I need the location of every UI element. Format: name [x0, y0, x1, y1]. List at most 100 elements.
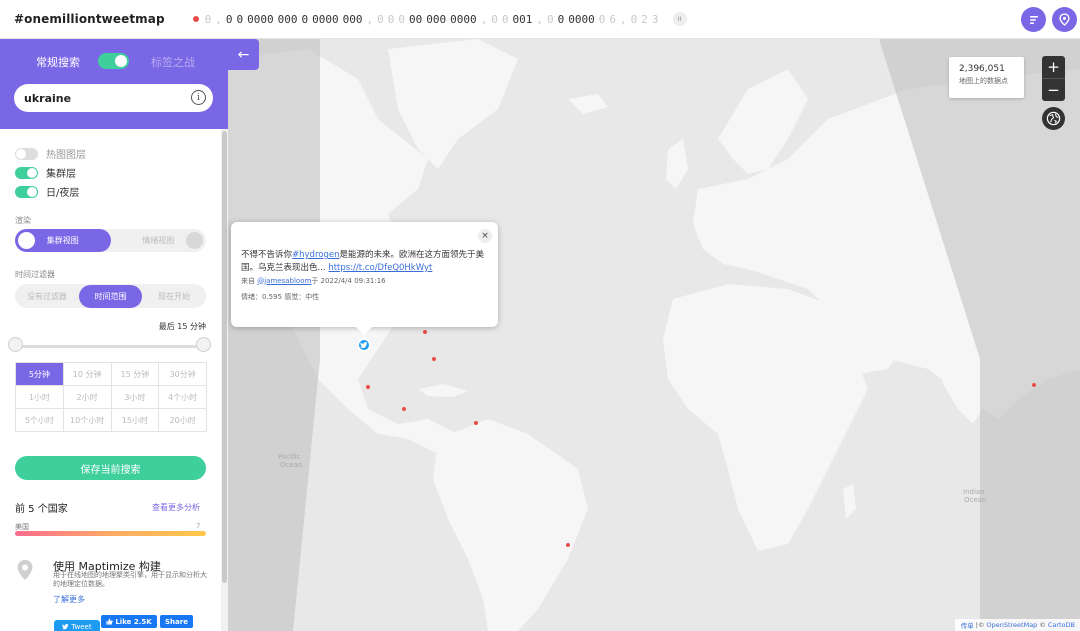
counter-digit: 0	[501, 12, 509, 26]
carto-link[interactable]: CartoDB	[1048, 621, 1075, 629]
cluster-dot[interactable]	[1032, 383, 1036, 387]
layer-label: 日/夜层	[46, 188, 80, 199]
like-button-label: Like 2.5K	[115, 617, 152, 626]
svg-text:Pacific: Pacific	[278, 453, 300, 461]
cluster-dot[interactable]	[432, 357, 436, 361]
time-preset-cell[interactable]: 15 分钟	[111, 363, 160, 386]
arrow-left-icon: ←	[237, 46, 250, 63]
filter-none[interactable]: 没有过滤器	[15, 285, 79, 308]
map-attribution: 传单 |© OpenStreetMap © CartoDB	[955, 619, 1080, 631]
tweet-from-prefix: 来自	[241, 276, 255, 285]
layer-daynight[interactable]: 日/夜层	[15, 184, 79, 199]
render-cluster-view[interactable]: 集群视图	[15, 229, 111, 252]
cluster-dot[interactable]	[566, 543, 570, 547]
time-preset-cell[interactable]: 4个小时	[159, 386, 207, 409]
info-icon[interactable]: i	[191, 90, 206, 105]
render-sentiment-view[interactable]: 情绪视图	[111, 229, 207, 252]
tweet-date: 于 2022/4/4 09:31:16	[311, 276, 386, 285]
time-preset-cell[interactable]: 2小时	[63, 386, 112, 409]
counter-digit: 0	[491, 12, 498, 26]
counter-digit: ,	[215, 12, 222, 26]
counter-digit: ,	[366, 12, 374, 26]
facebook-share-button[interactable]: Share	[160, 615, 193, 628]
globe-button[interactable]	[1042, 107, 1065, 130]
counter-digit: 000	[342, 12, 363, 26]
counter-digit: 0000	[312, 12, 339, 26]
layer-label: 集群层	[46, 169, 76, 180]
world-map[interactable]: Pacific Ocean Indian Ocean	[228, 39, 1080, 631]
hashtag-link[interactable]: #hydrogen	[292, 250, 339, 260]
zoom-in-button[interactable]: +	[1042, 56, 1065, 78]
tweet-sentiment: 情绪：0.595 感觉：中性	[241, 292, 320, 301]
tweet-user-link[interactable]: @jamesabloom	[257, 277, 311, 285]
counter-digit: 2	[641, 12, 648, 26]
sidebar-scrollbar-thumb[interactable]	[222, 131, 227, 583]
time-preset-cell[interactable]: 5个小时	[16, 409, 64, 432]
mode-toggle[interactable]	[98, 53, 129, 69]
tweet-button-label: Tweet	[71, 622, 92, 631]
time-preset-cell[interactable]: 20小时	[159, 409, 207, 432]
cluster-dot[interactable]	[402, 407, 406, 411]
twitter-bird-icon	[360, 342, 368, 349]
tweet-button[interactable]: Tweet	[54, 620, 100, 631]
counter-digit: 00	[409, 12, 423, 26]
counter-digit: 0	[598, 12, 606, 26]
search-input[interactable]	[14, 84, 213, 112]
save-search-button[interactable]: 保存当前搜索	[15, 456, 206, 480]
layer-cluster[interactable]: 集群层	[15, 165, 76, 180]
time-preset-cell[interactable]: 3小时	[111, 386, 160, 409]
leaflet-link[interactable]: 传单	[961, 620, 974, 630]
location-button[interactable]	[1052, 7, 1077, 32]
menu-button[interactable]	[1021, 7, 1046, 32]
cluster-dot[interactable]	[366, 385, 370, 389]
tweet-url-link[interactable]: https://t.co/DfeQ0HkWyt	[328, 263, 432, 273]
tweet-marker[interactable]	[357, 338, 371, 352]
layer-heatmap[interactable]: 热图图层	[15, 146, 86, 161]
counter-digit: 0000	[568, 12, 595, 26]
time-preset-cell[interactable]: 5分钟	[16, 363, 64, 386]
time-preset-cell[interactable]: 15小时	[111, 409, 160, 432]
zoom-control: + −	[1042, 56, 1065, 101]
time-filter-label: 时间过滤器	[15, 270, 55, 279]
cluster-dot[interactable]	[474, 421, 478, 425]
thumbs-up-icon	[106, 618, 113, 625]
counter-digit: ,	[536, 12, 544, 26]
mode-tag-battle[interactable]: 标签之战	[151, 54, 195, 70]
more-analysis-link[interactable]: 查看更多分析	[152, 502, 200, 513]
top-countries-title: 前 5 个国家	[15, 504, 68, 515]
zoom-out-button[interactable]: −	[1042, 79, 1065, 101]
app-root: Pacific Ocean Indian Ocean 2,396,051 地图上…	[0, 0, 1080, 631]
collapse-sidebar-button[interactable]: ←	[228, 39, 259, 70]
mode-normal-search[interactable]: 常规搜索	[36, 54, 80, 70]
pause-button[interactable]: II	[672, 12, 687, 26]
data-point-count: 2,396,051	[959, 64, 1005, 74]
time-preset-cell[interactable]: 30分钟	[159, 363, 207, 386]
learn-more-link[interactable]: 了解更多	[53, 594, 85, 605]
app-logo[interactable]: #onemilliontweetmap	[14, 12, 165, 26]
osm-link[interactable]: OpenStreetMap	[986, 621, 1037, 629]
time-preset-cell[interactable]: 1小时	[16, 386, 64, 409]
time-preset-cell[interactable]: 10 分钟	[63, 363, 112, 386]
svg-text:Ocean: Ocean	[280, 461, 302, 469]
tweet-counter: 0, 0 0 0000 000 0 0000 000, 0 0 0 00 000 0000, 0 0 001, 0…	[205, 13, 663, 26]
render-option-label: 情绪视图	[142, 236, 175, 245]
popup-close-button[interactable]: ×	[478, 229, 492, 243]
time-preset-cell[interactable]: 10个小时	[63, 409, 112, 432]
cluster-toggle[interactable]	[15, 166, 38, 179]
counter-digit: 0	[398, 12, 406, 26]
facebook-like-button[interactable]: Like 2.5K	[101, 615, 157, 628]
location-pin-icon	[1059, 13, 1070, 26]
radio-knob	[186, 232, 203, 249]
counter-digit: ,	[480, 12, 488, 26]
filter-from-now[interactable]: 现在开始	[142, 285, 206, 308]
time-slider-handle-start[interactable]	[8, 337, 23, 352]
time-slider-handle-end[interactable]	[196, 337, 211, 352]
filter-time-range[interactable]: 时间范围	[78, 284, 143, 308]
counter-digit: 0	[377, 12, 384, 26]
heatmap-toggle[interactable]	[15, 147, 38, 160]
cluster-dot[interactable]	[423, 330, 427, 334]
daynight-toggle[interactable]	[15, 185, 38, 198]
render-section-label: 渲染	[15, 216, 31, 225]
time-slider-track[interactable]	[15, 345, 206, 348]
map-canvas[interactable]: Pacific Ocean Indian Ocean	[228, 39, 1080, 631]
